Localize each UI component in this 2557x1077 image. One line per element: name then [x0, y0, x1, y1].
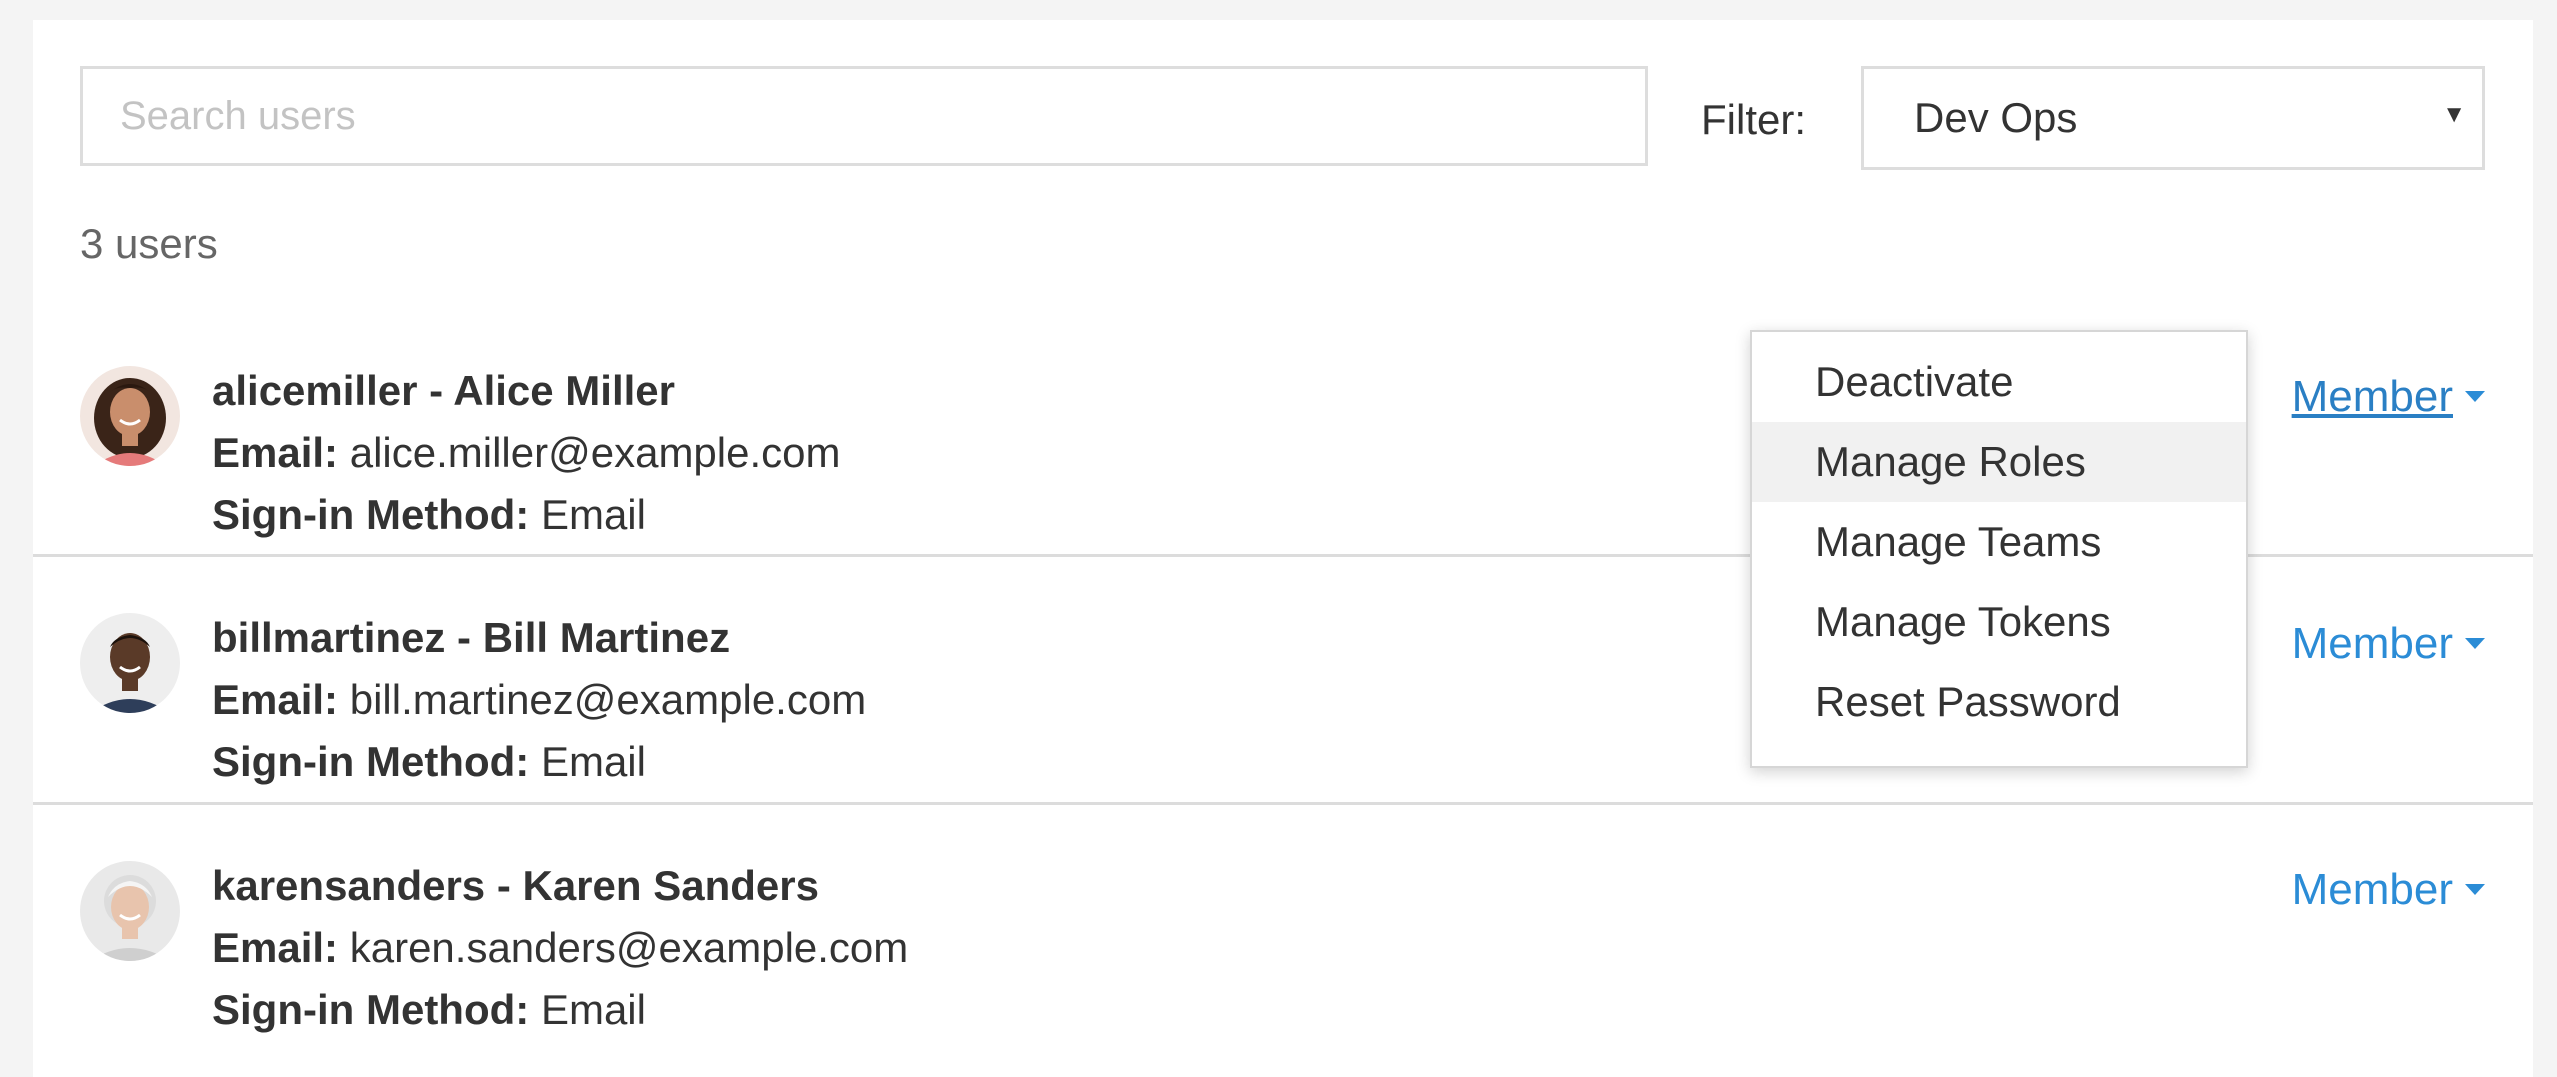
menu-item-manage-teams[interactable]: Manage Teams — [1752, 502, 2246, 582]
role-label: Member — [2291, 865, 2453, 914]
email-value: bill.martinez@example.com — [349, 676, 867, 723]
caret-down-icon — [2465, 883, 2485, 895]
role-label: Member — [2291, 372, 2453, 421]
user-heading: karensanders - Karen Sanders — [212, 862, 819, 909]
user-details: billmartinez - Bill Martinez Email: bill… — [212, 607, 866, 793]
signin-label: Sign-in Method: — [212, 491, 530, 538]
user-email: Email: alice.miller@example.com — [212, 422, 841, 484]
signin-label: Sign-in Method: — [212, 986, 530, 1033]
user-details: karensanders - Karen Sanders Email: kare… — [212, 855, 908, 1041]
menu-item-deactivate[interactable]: Deactivate — [1752, 342, 2246, 422]
user-details: alicemiller - Alice Miller Email: alice.… — [212, 360, 841, 546]
email-label: Email: — [212, 429, 339, 476]
user-signin: Sign-in Method: Email — [212, 979, 908, 1041]
caret-down-icon: ▼ — [2442, 101, 2466, 128]
user-email: Email: bill.martinez@example.com — [212, 669, 866, 731]
search-input[interactable] — [80, 66, 1648, 166]
email-value: alice.miller@example.com — [349, 429, 841, 476]
user-count: 3 users — [80, 220, 218, 267]
user-heading: alicemiller - Alice Miller — [212, 367, 675, 414]
email-value: karen.sanders@example.com — [349, 924, 909, 971]
role-dropdown-toggle[interactable]: Member — [2292, 865, 2485, 915]
user-row: karensanders - Karen Sanders Email: kare… — [33, 805, 2533, 1077]
signin-value: Email — [540, 986, 646, 1033]
menu-item-manage-roles[interactable]: Manage Roles — [1752, 422, 2246, 502]
signin-value: Email — [540, 738, 646, 785]
role-label: Member — [2291, 619, 2453, 668]
user-actions-menu: Deactivate Manage Roles Manage Teams Man… — [1750, 330, 2248, 768]
filter-select[interactable]: Dev Ops ▼ — [1861, 66, 2485, 170]
avatar — [80, 861, 180, 961]
avatar — [80, 613, 180, 713]
menu-item-manage-tokens[interactable]: Manage Tokens — [1752, 582, 2246, 662]
caret-down-icon — [2465, 637, 2485, 649]
role-dropdown-toggle[interactable]: Member — [2292, 372, 2485, 422]
user-signin: Sign-in Method: Email — [212, 731, 866, 793]
avatar — [80, 366, 180, 466]
caret-down-icon — [2465, 390, 2485, 402]
users-panel: Filter: Dev Ops ▼ 3 users alicemiller - … — [33, 20, 2533, 1077]
user-heading: billmartinez - Bill Martinez — [212, 614, 731, 661]
role-dropdown-toggle[interactable]: Member — [2292, 619, 2485, 669]
filter-selected-value: Dev Ops — [1914, 94, 2078, 141]
menu-item-reset-password[interactable]: Reset Password — [1752, 662, 2246, 742]
signin-value: Email — [540, 491, 646, 538]
filter-label: Filter: — [1701, 96, 1806, 143]
email-label: Email: — [212, 676, 339, 723]
signin-label: Sign-in Method: — [212, 738, 530, 785]
user-email: Email: karen.sanders@example.com — [212, 917, 908, 979]
user-signin: Sign-in Method: Email — [212, 484, 841, 546]
email-label: Email: — [212, 924, 339, 971]
